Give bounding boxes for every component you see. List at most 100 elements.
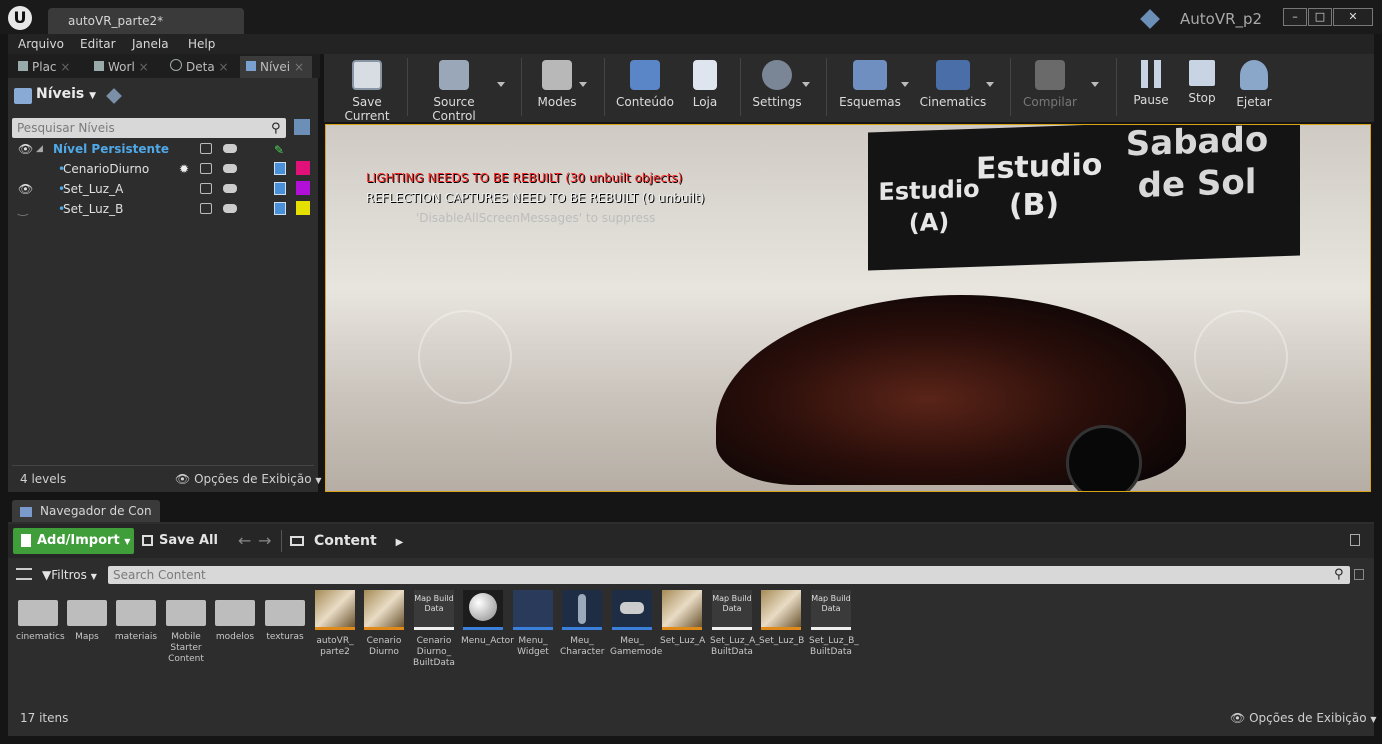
level-color-swatch[interactable] xyxy=(296,161,310,175)
document-tab[interactable]: autoVR_parte2* xyxy=(48,8,244,34)
asset-folder-maps[interactable]: Maps xyxy=(65,590,109,643)
minimize-button[interactable]: – xyxy=(1283,8,1307,26)
asset-builtdata-set-luz-a[interactable]: Map Build Data Set_Luz_A_ BuiltData xyxy=(710,590,760,658)
tab-details[interactable]: Deta × xyxy=(166,56,238,78)
save-icon[interactable] xyxy=(274,162,286,175)
asset-meu-gamemode[interactable]: Meu_ Gamemode xyxy=(610,590,662,658)
view-options-levels[interactable]: 👁 Opções de Exibição ▼ xyxy=(175,472,322,486)
level-color-swatch[interactable] xyxy=(296,201,310,215)
save-icon[interactable] xyxy=(274,182,286,195)
save-search-icon[interactable] xyxy=(1354,569,1364,580)
collapse-icon[interactable]: ◢ xyxy=(36,139,43,159)
lock-icon[interactable] xyxy=(200,183,212,194)
back-arrow-icon[interactable]: ← xyxy=(238,531,251,550)
gamepad-icon[interactable] xyxy=(223,144,237,153)
menu-help[interactable]: Help xyxy=(188,37,215,51)
pencil-icon[interactable]: ✎ xyxy=(274,140,284,160)
asset-level-autovr[interactable]: autoVR_ parte2 xyxy=(313,590,357,658)
blueprints-button[interactable]: Esquemas xyxy=(836,56,904,120)
close-icon[interactable]: × xyxy=(219,60,229,74)
search-icon[interactable]: ⚲ xyxy=(271,121,281,136)
stop-button[interactable]: Stop xyxy=(1180,56,1224,120)
tab-place[interactable]: Plac × xyxy=(14,56,86,78)
save-icon[interactable] xyxy=(274,202,286,215)
close-button[interactable]: ✕ xyxy=(1333,8,1373,26)
forward-arrow-icon[interactable]: → xyxy=(258,531,271,550)
lock-icon[interactable] xyxy=(200,143,212,154)
blueprints-dropdown-icon[interactable] xyxy=(901,82,909,87)
asset-menu-actor[interactable]: Menu_Actor xyxy=(461,590,514,647)
content-browser-tab[interactable]: Navegador de Con × xyxy=(12,500,160,540)
level-row-cenariodiurno[interactable]: • CenarioDiurno ✹ xyxy=(12,159,312,179)
asset-level-set-luz-b[interactable]: Set_Luz_B xyxy=(759,590,804,647)
source-control-dropdown-icon[interactable] xyxy=(497,82,505,87)
asset-folder-cinematics[interactable]: cinematics xyxy=(16,590,65,643)
eye-icon[interactable]: 👁 xyxy=(18,139,33,159)
filters-button[interactable]: ▼Filtros ▼ xyxy=(42,566,97,586)
asset-level-cenario-diurno[interactable]: Cenario Diurno xyxy=(362,590,406,658)
asset-folder-materiais[interactable]: materiais xyxy=(114,590,158,643)
gamepad-icon[interactable] xyxy=(223,184,237,193)
close-icon[interactable]: × xyxy=(60,60,70,74)
content-button[interactable]: Conteúdo xyxy=(612,56,678,120)
asset-folder-mobile-starter[interactable]: Mobile Starter Content xyxy=(164,590,208,665)
cinematics-dropdown-icon[interactable] xyxy=(986,82,994,87)
settings-dropdown-icon[interactable] xyxy=(802,82,810,87)
levels-menu[interactable]: Níveis ▼ xyxy=(36,86,96,102)
level-row-set-luz-a[interactable]: 👁 • Set_Luz_A xyxy=(12,179,312,199)
divider xyxy=(281,530,282,552)
build-button[interactable]: Compilar xyxy=(1020,56,1080,120)
maximize-button[interactable]: □ xyxy=(1308,8,1332,26)
eject-button[interactable]: Ejetar xyxy=(1230,56,1278,120)
asset-meu-character[interactable]: Meu_ Character xyxy=(560,590,604,658)
level-row-set-luz-b[interactable]: ‿ • Set_Luz_B xyxy=(12,199,312,219)
tab-levels[interactable]: Nívei × xyxy=(240,56,312,78)
asset-level-set-luz-a[interactable]: Set_Luz_A xyxy=(660,590,705,647)
asset-menu-widget[interactable]: Menu_ Widget xyxy=(511,590,555,658)
add-level-icon[interactable] xyxy=(294,119,310,135)
save-all-button[interactable]: Save All xyxy=(142,528,218,554)
marketplace-button[interactable]: Loja xyxy=(684,56,726,120)
level-color-swatch[interactable] xyxy=(296,181,310,195)
modes-button[interactable]: Modes xyxy=(528,56,586,120)
unreal-logo-icon[interactable]: U xyxy=(8,6,32,30)
pause-button[interactable]: Pause xyxy=(1128,56,1174,120)
build-dropdown-icon[interactable] xyxy=(1091,82,1099,87)
levels-search-input[interactable]: Pesquisar Níveis xyxy=(12,118,286,138)
eye-closed-icon[interactable]: ‿ xyxy=(18,199,28,219)
add-import-button[interactable]: Add/Import ▼ xyxy=(13,528,134,554)
lock-icon[interactable] xyxy=(200,203,212,214)
settings-button[interactable]: Settings xyxy=(748,56,806,120)
view-options-content[interactable]: 👁 Opções de Exibição ▼ xyxy=(1230,711,1377,725)
sun-icon[interactable]: ✹ xyxy=(179,159,189,179)
close-icon[interactable]: × xyxy=(294,60,304,74)
menu-arquivo[interactable]: Arquivo xyxy=(18,37,64,51)
level-viewport[interactable]: Estudio (A) Estudio (B) Sabado de Sol LI… xyxy=(325,124,1371,492)
asset-builtdata-set-luz-b[interactable]: Map Build Data Set_Luz_B_ BuiltData xyxy=(809,590,859,658)
search-icon[interactable]: ⚲ xyxy=(1334,567,1344,582)
menu-editar[interactable]: Editar xyxy=(80,37,116,51)
asset-folder-modelos[interactable]: modelos xyxy=(213,590,257,643)
tab-world[interactable]: Worl × xyxy=(90,56,162,78)
asset-folder-texturas[interactable]: texturas xyxy=(263,590,307,643)
save-current-button[interactable]: Save Current xyxy=(330,56,404,123)
asset-builtdata-cenario[interactable]: Map Build Data Cenario Diurno_ BuiltData xyxy=(412,590,456,669)
sources-panel-toggle-icon[interactable] xyxy=(16,568,32,580)
content-search-input[interactable]: Search Content xyxy=(108,566,1350,584)
chevron-right-icon[interactable]: ▶ xyxy=(396,537,404,548)
lock-icon[interactable] xyxy=(200,163,212,174)
path-breadcrumb[interactable]: Content ▶ xyxy=(290,528,403,556)
menu-janela[interactable]: Janela xyxy=(132,37,169,51)
level-row-persistent[interactable]: 👁 ◢ Nível Persistente ✎ xyxy=(12,139,312,159)
touch-joystick-left[interactable] xyxy=(418,310,512,404)
eye-icon[interactable]: 👁 xyxy=(18,179,33,199)
source-control-button[interactable]: Source Control xyxy=(410,56,498,123)
new-file-icon xyxy=(21,534,31,547)
lock-icon[interactable] xyxy=(1350,534,1360,546)
cinematics-button[interactable]: Cinematics xyxy=(918,56,988,120)
modes-dropdown-icon[interactable] xyxy=(579,82,587,87)
gamepad-icon[interactable] xyxy=(223,164,237,173)
touch-joystick-right[interactable] xyxy=(1194,310,1288,404)
close-icon[interactable]: × xyxy=(139,60,149,74)
gamepad-icon[interactable] xyxy=(223,204,237,213)
